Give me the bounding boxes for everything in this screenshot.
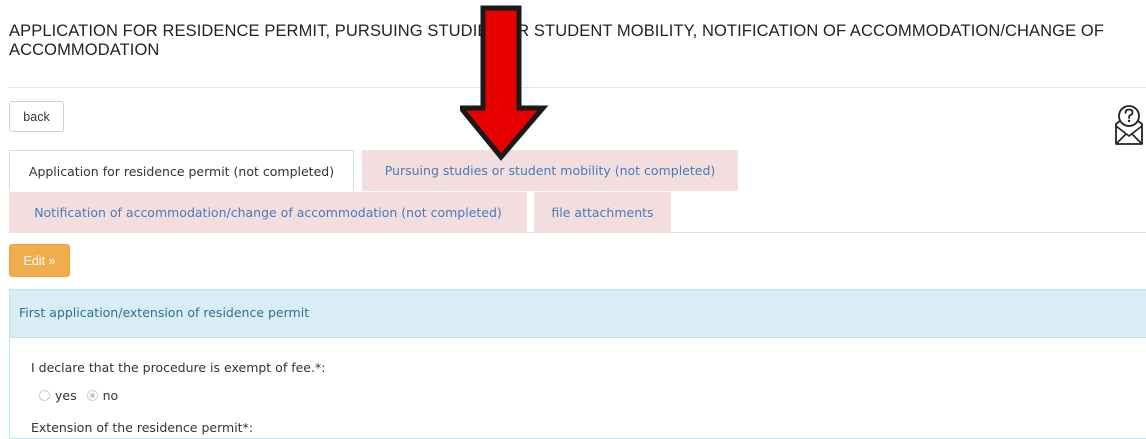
fee-exempt-yes-radio[interactable]	[39, 390, 50, 401]
fee-exempt-question: I declare that the procedure is exempt o…	[31, 360, 326, 375]
extension-question: Extension of the residence permit*:	[31, 420, 254, 435]
help-envelope-icon[interactable]	[1112, 102, 1146, 146]
back-button[interactable]: back	[9, 101, 64, 132]
panel-heading: First application/extension of residence…	[10, 290, 1146, 338]
tab-application-residence-permit[interactable]: Application for residence permit (not co…	[9, 150, 354, 191]
fee-exempt-no-label: no	[102, 388, 119, 403]
tab-pursuing-studies[interactable]: Pursuing studies or student mobility (no…	[362, 150, 738, 191]
fee-exempt-no-radio[interactable]	[86, 390, 98, 401]
residence-permit-panel: First application/extension of residence…	[9, 289, 1146, 439]
tab-file-attachments[interactable]: file attachments	[534, 192, 671, 233]
page-title: APPLICATION FOR RESIDENCE PERMIT, PURSUI…	[9, 22, 1105, 59]
fee-exempt-radio-group: yes no	[39, 388, 128, 403]
tab-notification-accommodation[interactable]: Notification of accommodation/change of …	[9, 192, 527, 233]
fee-exempt-yes-label: yes	[55, 388, 77, 403]
title-divider	[9, 87, 1146, 88]
red-arrow-annotation	[455, 0, 550, 165]
edit-button[interactable]: Edit »	[9, 244, 70, 277]
